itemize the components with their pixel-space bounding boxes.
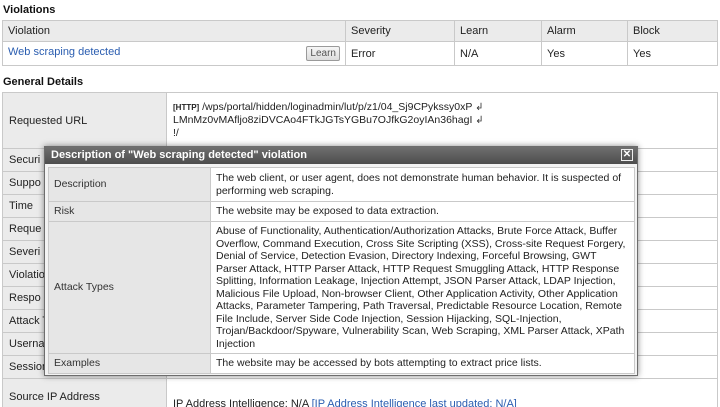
block-cell: Yes bbox=[627, 41, 718, 66]
violations-table: Violation Severity Learn Alarm Block Web… bbox=[2, 20, 718, 66]
source-ip-label: Source IP Address bbox=[2, 378, 167, 407]
risk-row: Risk The website may be exposed to data … bbox=[48, 201, 635, 222]
examples-label: Examples bbox=[48, 353, 211, 374]
description-table: Description The web client, or user agen… bbox=[48, 167, 635, 374]
examples-row: Examples The website may be accessed by … bbox=[48, 353, 635, 374]
description-value: The web client, or user agent, does not … bbox=[210, 167, 635, 202]
url-line-2: LMnMz0vMAfljo8ziDVCAo4FTkJGTsYGBu7OJfkG2… bbox=[173, 114, 473, 126]
close-icon[interactable]: ✕ bbox=[621, 149, 633, 161]
risk-label: Risk bbox=[48, 201, 211, 222]
violation-description-dialog: Description of "Web scraping detected" v… bbox=[44, 146, 638, 376]
dialog-body: Description The web client, or user agen… bbox=[45, 164, 637, 377]
col-violation: Violation bbox=[2, 20, 346, 42]
url-line-3: !/ bbox=[173, 127, 179, 139]
col-alarm: Alarm bbox=[541, 20, 628, 42]
wrap-icon: ↲ bbox=[475, 102, 484, 113]
col-block: Block bbox=[627, 20, 718, 42]
examples-value: The website may be accessed by bots atte… bbox=[210, 353, 635, 374]
description-label: Description bbox=[48, 167, 211, 202]
general-details-title: General Details bbox=[3, 76, 84, 88]
violations-header-row: Violation Severity Learn Alarm Block bbox=[2, 20, 718, 42]
col-learn: Learn bbox=[454, 20, 542, 42]
url-line-1: /wps/portal/hidden/loginadmin/lut/p/z1/0… bbox=[202, 101, 473, 113]
source-ip-row: Source IP Address IP Address Intelligenc… bbox=[2, 378, 718, 407]
attack-types-label: Attack Types bbox=[48, 221, 211, 354]
learn-cell: N/A bbox=[454, 41, 542, 66]
alarm-cell: Yes bbox=[541, 41, 628, 66]
source-ip-value: IP Address Intelligence: N/A [IP Address… bbox=[166, 378, 718, 407]
violation-link[interactable]: Web scraping detected bbox=[8, 46, 120, 58]
dialog-title-bar: Description of "Web scraping detected" v… bbox=[45, 147, 637, 164]
requested-url-label: Requested URL bbox=[2, 92, 167, 149]
risk-value: The website may be exposed to data extra… bbox=[210, 201, 635, 222]
table-row: Web scraping detected Learn Error N/A Ye… bbox=[2, 41, 718, 66]
attack-types-row: Attack Types Abuse of Functionality, Aut… bbox=[48, 221, 635, 354]
requested-url-row: Requested URL [HTTP] /wps/portal/hidden/… bbox=[2, 92, 718, 149]
http-tag: [HTTP] bbox=[173, 103, 200, 112]
ip-intel-text: IP Address Intelligence: N/A bbox=[173, 398, 309, 407]
violations-title: Violations bbox=[3, 4, 56, 16]
wrap-icon: ↲ bbox=[475, 115, 484, 126]
severity-cell: Error bbox=[345, 41, 455, 66]
dialog-title: Description of "Web scraping detected" v… bbox=[51, 149, 307, 161]
description-row: Description The web client, or user agen… bbox=[48, 167, 635, 202]
learn-button[interactable]: Learn bbox=[306, 46, 340, 61]
col-severity: Severity bbox=[345, 20, 455, 42]
violation-cell: Web scraping detected Learn bbox=[2, 41, 346, 66]
attack-types-value: Abuse of Functionality, Authentication/A… bbox=[210, 221, 635, 354]
requested-url-value: [HTTP] /wps/portal/hidden/loginadmin/lut… bbox=[166, 92, 718, 149]
ip-intel-link[interactable]: [IP Address Intelligence last updated: N… bbox=[312, 398, 517, 407]
